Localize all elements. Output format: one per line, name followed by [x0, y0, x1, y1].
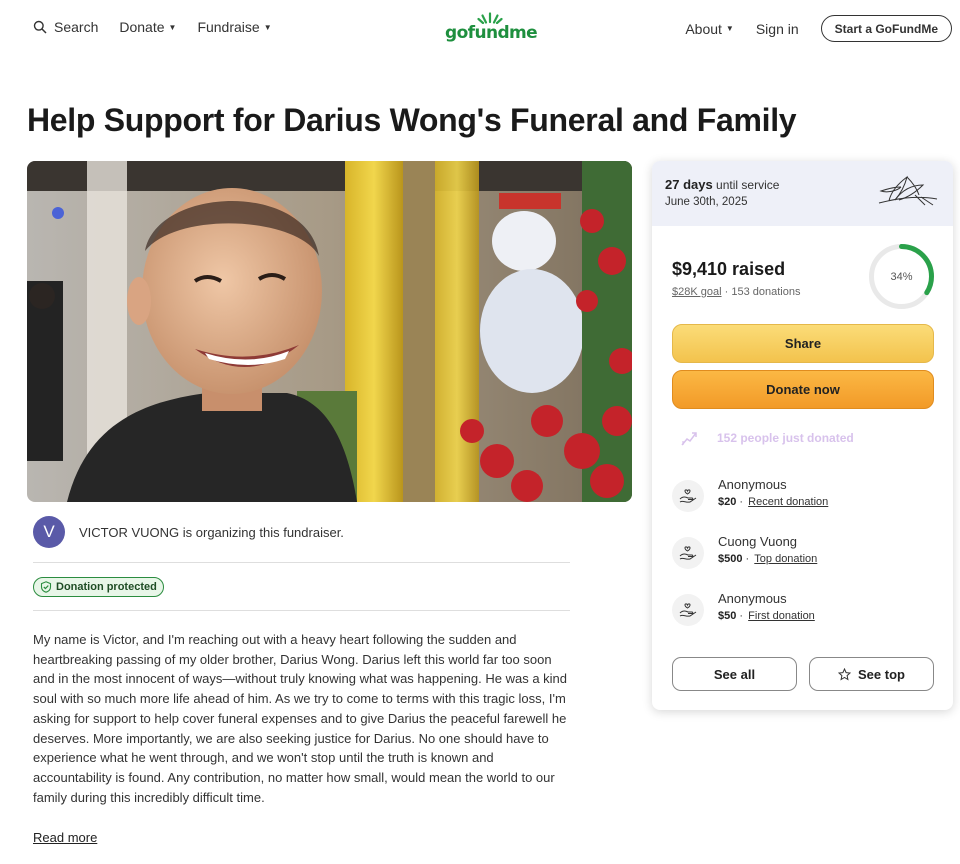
donation-amount: $20: [718, 496, 737, 508]
donation-separator: ·: [739, 496, 744, 508]
gofundme-logo[interactable]: gofundme: [443, 12, 538, 44]
donation-tag[interactable]: Recent donation: [748, 496, 828, 508]
donor-name: Cuong Vuong: [718, 534, 798, 549]
donation-hand-heart-icon: [672, 480, 704, 512]
days-until-service: 27 days until service: [665, 177, 779, 192]
donation-amount: $500: [718, 553, 743, 565]
donate-now-button[interactable]: Donate now: [672, 370, 934, 409]
see-top-label: See top: [858, 666, 905, 682]
divider: [33, 562, 570, 563]
divider: [33, 610, 570, 611]
donor-name: Anonymous: [718, 591, 787, 606]
signin-label: Sign in: [755, 20, 799, 37]
fundraiser-photo-image: [27, 161, 632, 502]
donation-item: Anonymous $50 · First donation: [672, 591, 815, 626]
fundraiser-photo[interactable]: [27, 161, 632, 502]
trending-up-icon: [681, 432, 697, 446]
donate-menu-label: Donate: [119, 19, 165, 35]
shield-check-icon: [40, 581, 52, 593]
top-nav: Search Donate ▼ Fundraise ▼ gofundme Abo…: [0, 0, 960, 56]
read-more-link[interactable]: Read more: [33, 830, 97, 845]
star-icon: [838, 667, 852, 681]
organizer-text: VICTOR VUONG is organizing this fundrais…: [79, 524, 344, 540]
goal-amount[interactable]: $28K goal: [672, 286, 722, 298]
see-all-label: See all: [713, 666, 756, 682]
days-suffix: until service: [716, 178, 780, 192]
goal-separator: ·: [724, 286, 729, 298]
days-count: 27 days: [665, 177, 713, 192]
share-button[interactable]: Share: [672, 324, 934, 363]
organizer-avatar: V: [33, 516, 65, 548]
donation-separator: ·: [745, 553, 750, 565]
fundraise-menu-label: Fundraise: [197, 19, 260, 35]
service-date: June 30th, 2025: [665, 196, 748, 208]
organizer-row: V VICTOR VUONG is organizing this fundra…: [33, 516, 344, 548]
see-all-button[interactable]: See all: [672, 657, 797, 691]
donation-hand-heart-icon: [672, 594, 704, 626]
fundraiser-story: My name is Victor, and I'm reaching out …: [33, 632, 568, 805]
just-donated-text: 152 people just donated: [717, 431, 854, 445]
donation-meta: $50 · First donation: [718, 610, 815, 622]
service-countdown: 27 days until service June 30th, 2025: [652, 161, 953, 226]
amount-raised: $9,410 raised: [672, 259, 786, 279]
chevron-down-icon: ▼: [168, 22, 177, 32]
progress-percent: 34%: [890, 270, 913, 283]
donation-tag[interactable]: Top donation: [754, 553, 817, 565]
fundraise-menu[interactable]: Fundraise ▼: [197, 19, 271, 35]
donation-meta: $500 · Top donation: [718, 553, 817, 565]
donation-tag[interactable]: First donation: [748, 610, 815, 622]
donation-meta: $20 · Recent donation: [718, 496, 828, 508]
donation-hand-heart-icon: [672, 537, 704, 569]
lily-flower-icon: [878, 175, 938, 206]
search-label: Search: [54, 19, 99, 35]
chevron-down-icon: ▼: [263, 22, 272, 32]
logo-text: gofundme: [445, 23, 538, 43]
donate-menu[interactable]: Donate ▼: [119, 19, 176, 35]
nav-left: Search Donate ▼ Fundraise ▼: [33, 19, 293, 35]
search-link[interactable]: Search: [33, 19, 98, 35]
donation-protected-label: Donation protected: [56, 581, 157, 593]
signin-link[interactable]: Sign in: [756, 21, 799, 37]
nav-right: About ▼ Sign in Start a GoFundMe: [685, 15, 952, 42]
donation-separator: ·: [739, 610, 744, 622]
see-top-button[interactable]: See top: [809, 657, 934, 691]
about-menu-label: About: [685, 20, 722, 37]
donation-amount: $50: [718, 610, 737, 622]
page-title: Help Support for Darius Wong's Funeral a…: [27, 102, 797, 138]
start-gofundme-button[interactable]: Start a GoFundMe: [820, 15, 952, 42]
donation-item: Cuong Vuong $500 · Top donation: [672, 534, 817, 569]
donor-name: Anonymous: [718, 477, 787, 492]
donation-count: 153 donations: [731, 286, 801, 298]
donation-protected-badge[interactable]: Donation protected: [33, 577, 164, 597]
about-menu[interactable]: About ▼: [685, 21, 734, 37]
chevron-down-icon: ▼: [725, 24, 734, 33]
donation-card: 27 days until service June 30th, 2025 $9…: [652, 161, 953, 710]
donation-item: Anonymous $20 · Recent donation: [672, 477, 828, 512]
search-icon: [33, 20, 47, 34]
goal-line: $28K goal · 153 donations: [672, 286, 800, 298]
recent-activity: 152 people just donated: [680, 429, 854, 447]
